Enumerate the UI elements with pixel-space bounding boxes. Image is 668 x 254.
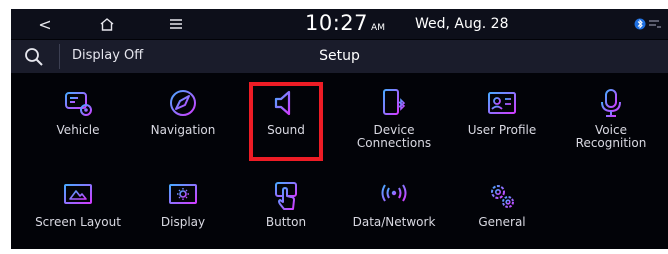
menu-item-label: Voice Recognition <box>575 123 647 150</box>
menu-item-label: Navigation <box>150 123 216 137</box>
back-icon: < <box>38 14 52 34</box>
menu-item-label: Button <box>265 215 307 229</box>
search-icon <box>25 48 43 66</box>
date: Wed, Aug. 28 <box>415 16 509 32</box>
touch-button-icon <box>275 182 297 210</box>
menu-item-button[interactable]: Button <box>242 180 330 249</box>
search-button[interactable] <box>23 46 45 68</box>
compass-icon <box>170 90 196 116</box>
menu-item-device-connections[interactable]: Device Connections <box>350 87 438 157</box>
menu-item-label: General <box>478 215 526 229</box>
menu-item-label: Sound <box>267 123 305 137</box>
menu-item-sound[interactable]: Sound <box>242 87 330 157</box>
menu-item-label: Data/Network <box>352 215 436 229</box>
menu-item-label: Vehicle <box>56 123 100 137</box>
screen-layout-icon <box>64 184 92 208</box>
gears-icon <box>491 185 514 208</box>
menu-item-screen-layout[interactable]: Screen Layout <box>34 180 122 249</box>
menu-item-label: User Profile <box>467 123 537 137</box>
vehicle-icon <box>65 92 92 116</box>
clock: 10:27 AM <box>305 11 385 35</box>
menu-button[interactable] <box>164 14 188 34</box>
clock-time: 10:27 <box>305 11 369 35</box>
infotainment-screen: < 10:27 AM Wed, Aug. 28 Display Off Setu… <box>11 9 668 249</box>
status-bar: < 10:27 AM Wed, Aug. 28 <box>11 9 668 39</box>
setup-header: Display Off Setup <box>11 40 668 73</box>
menu-item-vehicle[interactable]: Vehicle <box>34 87 122 157</box>
menu-item-label: Screen Layout <box>35 215 121 229</box>
microphone-icon <box>601 89 621 117</box>
hamburger-menu-icon <box>170 19 182 29</box>
menu-item-data-network[interactable]: Data/Network <box>350 180 438 249</box>
menu-item-user-profile[interactable]: User Profile <box>458 87 546 157</box>
clock-ampm: AM <box>371 23 385 33</box>
bluetooth-status-icon <box>634 18 661 30</box>
home-icon <box>100 17 114 31</box>
user-card-icon <box>488 92 516 114</box>
display-off-button[interactable]: Display Off <box>72 48 143 63</box>
menu-item-label: Device Connections <box>356 123 432 150</box>
antenna-icon <box>381 184 407 208</box>
menu-item-navigation[interactable]: Navigation <box>139 87 227 157</box>
back-button[interactable]: < <box>33 14 57 34</box>
menu-item-general[interactable]: General <box>458 180 546 249</box>
menu-item-label: Display <box>160 215 206 229</box>
brightness-icon <box>169 184 197 208</box>
menu-item-display[interactable]: Display <box>139 180 227 249</box>
home-button[interactable] <box>95 14 119 34</box>
menu-item-voice-recognition[interactable]: Voice Recognition <box>567 87 655 157</box>
phone-connection-icon <box>383 89 406 115</box>
speaker-icon <box>274 90 295 116</box>
header-divider <box>59 44 60 69</box>
